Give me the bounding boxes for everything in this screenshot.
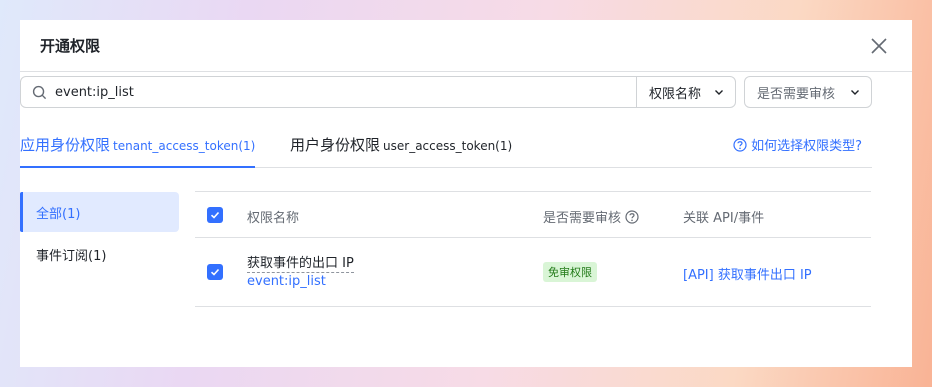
row-checkbox[interactable]	[207, 264, 223, 280]
check-icon	[210, 268, 220, 276]
check-icon	[210, 211, 220, 219]
search-field-select-value: 权限名称	[649, 86, 702, 102]
column-header-review: 是否需要审核	[543, 207, 639, 226]
permission-type-help-link[interactable]: 如何选择权限类型?	[733, 135, 862, 154]
tab-label: 用户身份权限	[290, 136, 381, 154]
sidebar-item-label: 事件订阅(1)	[36, 248, 107, 264]
question-circle-icon[interactable]	[625, 209, 639, 224]
close-button[interactable]	[866, 33, 892, 59]
dialog-header: 开通权限	[20, 20, 912, 72]
dialog-title: 开通权限	[40, 37, 101, 55]
search-input[interactable]	[55, 84, 575, 100]
chevron-down-icon	[851, 90, 859, 95]
review-status-badge: 免审权限	[543, 262, 597, 282]
search-input-wrap	[21, 77, 636, 107]
permission-code: event:ip_list	[247, 274, 326, 289]
tab-sublabel: tenant_access_token(1)	[113, 139, 256, 153]
identity-tabs: 应用身份权限 tenant_access_token(1) 用户身份权限 user_…	[20, 128, 872, 168]
tab-sublabel: user_access_token(1)	[383, 139, 513, 153]
tab-label: 应用身份权限	[20, 136, 111, 154]
select-all-checkbox[interactable]	[207, 207, 223, 223]
search-row: 权限名称 是否需要审核	[20, 76, 872, 108]
column-header-review-label: 是否需要审核	[543, 211, 622, 226]
table-row: 获取事件的出口 IP event:ip_list 免审权限 [API] 获取事件…	[195, 238, 871, 307]
help-link-label: 如何选择权限类型?	[751, 139, 862, 154]
table-header: 权限名称 是否需要审核 关联 API/事件	[195, 191, 871, 238]
review-filter-placeholder: 是否需要审核	[757, 86, 836, 102]
linked-api-link[interactable]: [API] 获取事件出口 IP	[683, 264, 812, 283]
close-icon	[871, 38, 887, 54]
chevron-down-icon	[715, 90, 723, 95]
sidebar-item-label: 全部(1)	[36, 206, 81, 222]
column-header-name: 权限名称	[247, 211, 300, 226]
tab-app-identity[interactable]: 应用身份权限 tenant_access_token(1)	[20, 134, 256, 168]
review-filter-select[interactable]: 是否需要审核	[744, 76, 872, 108]
search-icon	[32, 85, 47, 99]
tab-user-identity[interactable]: 用户身份权限 user_access_token(1)	[290, 134, 512, 167]
category-sidebar: 全部(1) 事件订阅(1)	[20, 192, 179, 276]
search-field-select[interactable]: 权限名称	[636, 77, 735, 107]
sidebar-item-event-subscription[interactable]: 事件订阅(1)	[20, 234, 179, 274]
sidebar-item-all[interactable]: 全部(1)	[20, 192, 179, 232]
column-header-linked-api: 关联 API/事件	[683, 211, 765, 226]
search-box: 权限名称	[20, 76, 736, 108]
permission-title: 获取事件的出口 IP	[247, 252, 354, 273]
question-circle-icon	[733, 137, 747, 152]
permission-table: 权限名称 是否需要审核 关联 API/事件 获取事件的出口 IP event:i…	[195, 191, 871, 307]
